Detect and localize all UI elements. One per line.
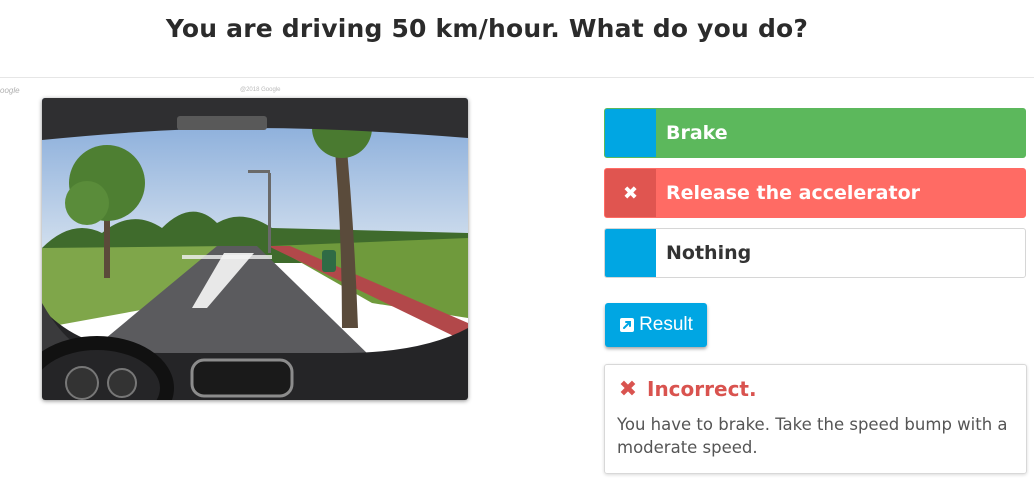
question-title: You are driving 50 km/hour. What do you … <box>165 14 809 43</box>
driving-scene-image <box>42 98 468 400</box>
answer-marker <box>605 229 656 277</box>
image-capture-text: @2018 Google <box>240 87 281 93</box>
header-divider <box>0 77 1034 78</box>
feedback-text: You have to brake. Take the speed bump w… <box>617 415 1008 457</box>
answer-label: Release the accelerator <box>666 182 920 204</box>
result-button[interactable]: Result <box>605 303 707 347</box>
x-icon: ✖ <box>618 376 638 401</box>
answer-label: Brake <box>666 122 728 144</box>
feedback-title: Incorrect. <box>647 377 757 401</box>
feedback-panel: ✖ Incorrect. You have to brake. Take the… <box>604 364 1027 474</box>
image-watermark: oogle <box>0 86 20 95</box>
answer-marker <box>605 109 656 157</box>
answer-option-nothing[interactable]: Nothing <box>604 228 1026 278</box>
answer-option-release-accelerator[interactable]: ✖ Release the accelerator <box>604 168 1026 218</box>
answer-option-brake[interactable]: Brake <box>604 108 1026 158</box>
external-link-icon <box>619 317 635 333</box>
answer-label: Nothing <box>666 242 752 264</box>
close-icon: ✖ <box>605 169 656 217</box>
result-button-label: Result <box>639 314 693 335</box>
